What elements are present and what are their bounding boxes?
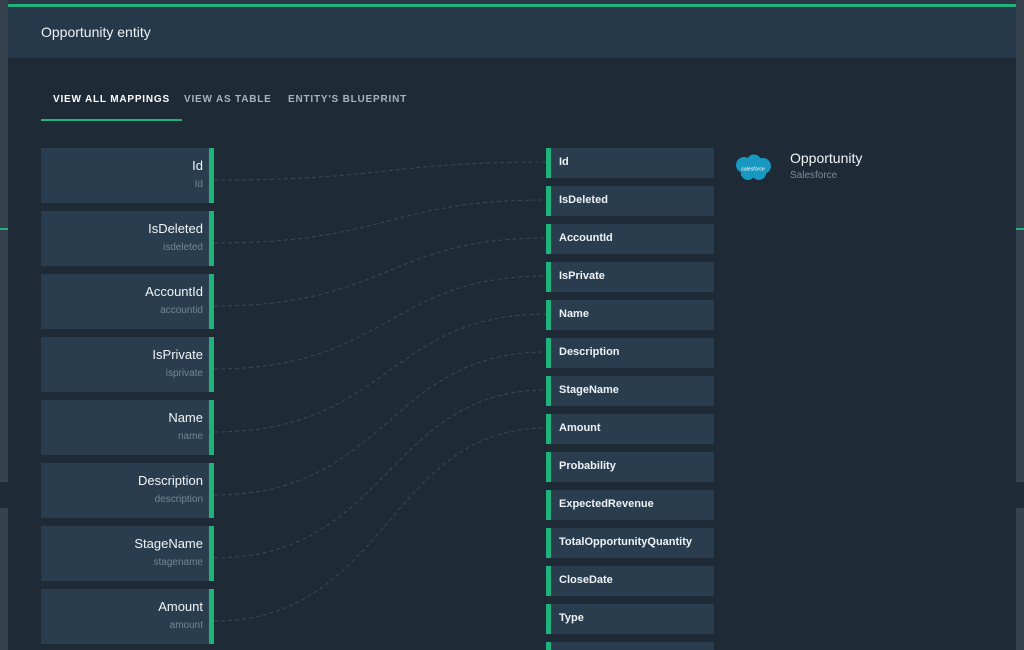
target-field-label: Probability (559, 460, 616, 472)
source-field-key: description (154, 494, 203, 505)
source-field-connector-bar (209, 274, 214, 329)
source-field-card[interactable]: Id Id (41, 148, 214, 203)
salesforce-cloud-icon: salesforce (736, 154, 771, 180)
target-field-label: Amount (559, 422, 601, 434)
connector-line (213, 237, 547, 307)
entity-name: Opportunity (790, 150, 863, 166)
target-field-connector-bar (546, 452, 551, 482)
target-field-label: TotalOpportunityQuantity (559, 536, 693, 548)
source-field-connector-bar (209, 400, 214, 455)
target-field[interactable]: IsDeleted (546, 186, 714, 216)
target-field-connector-bar (546, 566, 551, 596)
target-field-connector-bar (546, 224, 551, 254)
connector-line (213, 351, 547, 496)
source-field-connector-bar (209, 463, 214, 518)
backdrop-band (0, 482, 8, 508)
connector-line (213, 389, 547, 559)
source-field-key: isdeleted (162, 242, 203, 253)
salesforce-logo-text: salesforce (741, 167, 765, 173)
source-field-key: stagename (153, 557, 203, 568)
target-field-connector-bar (546, 642, 551, 650)
source-field-label: IsPrivate (152, 347, 203, 362)
target-field-connector-bar (546, 604, 551, 634)
source-field-key: isprivate (165, 368, 203, 379)
target-field-connector-bar (546, 490, 551, 520)
source-field-card[interactable]: StageName stagename (41, 526, 214, 581)
target-field[interactable]: Amount (546, 414, 714, 444)
target-field[interactable]: AccountId (546, 224, 714, 254)
target-field-connector-bar (546, 148, 551, 178)
source-field-connector-bar (209, 211, 214, 266)
source-field-connector-bar (209, 148, 214, 203)
target-field[interactable] (546, 642, 714, 650)
source-field-label: Amount (158, 599, 203, 614)
target-field-connector-bar (546, 338, 551, 368)
connector-line (213, 161, 547, 181)
target-field[interactable]: TotalOpportunityQuantity (546, 528, 714, 558)
target-field-label: ExpectedRevenue (559, 498, 654, 510)
source-field-label: IsDeleted (148, 221, 203, 236)
source-field-card[interactable]: Amount amount (41, 589, 214, 644)
target-field[interactable]: Id (546, 148, 714, 178)
target-field-connector-bar (546, 414, 551, 444)
connector-line (213, 275, 547, 370)
source-field-card[interactable]: IsDeleted isdeleted (41, 211, 214, 266)
source-field-label: Name (168, 410, 203, 425)
entity-source: Salesforce (790, 170, 838, 181)
target-field-label: Id (559, 156, 569, 168)
target-field-connector-bar (546, 376, 551, 406)
target-field-label: IsDeleted (559, 194, 608, 206)
source-field-label: AccountId (145, 284, 203, 299)
source-field-card[interactable]: AccountId accountid (41, 274, 214, 329)
backdrop-right (1016, 0, 1024, 650)
source-field-card[interactable]: Description description (41, 463, 214, 518)
target-field[interactable]: Description (546, 338, 714, 368)
target-field-connector-bar (546, 528, 551, 558)
backdrop-accent (0, 228, 8, 230)
source-field-card[interactable]: Name name (41, 400, 214, 455)
target-field[interactable]: ExpectedRevenue (546, 490, 714, 520)
backdrop-left (0, 0, 8, 650)
source-field-card[interactable]: IsPrivate isprivate (41, 337, 214, 392)
target-field[interactable]: IsPrivate (546, 262, 714, 292)
target-field-label: AccountId (559, 232, 613, 244)
source-field-key: Id (194, 179, 203, 190)
source-field-connector-bar (209, 337, 214, 392)
target-field-connector-bar (546, 300, 551, 330)
backdrop-accent (1016, 228, 1024, 230)
target-field[interactable]: Name (546, 300, 714, 330)
target-field-connector-bar (546, 186, 551, 216)
target-field-label: StageName (559, 384, 619, 396)
target-field[interactable]: Probability (546, 452, 714, 482)
target-field-label: Description (559, 346, 620, 358)
target-field-label: Name (559, 308, 589, 320)
source-field-label: StageName (134, 536, 203, 551)
backdrop-band (1016, 482, 1024, 508)
target-field[interactable]: StageName (546, 376, 714, 406)
entity-modal: Opportunity entity VIEW ALL MAPPINGS VIE… (8, 4, 1016, 650)
source-field-key: amount (169, 620, 203, 631)
connector-line (213, 313, 547, 433)
source-field-label: Id (192, 158, 203, 173)
source-field-label: Description (137, 473, 203, 488)
target-field-label: CloseDate (559, 574, 613, 586)
source-field-connector-bar (209, 589, 214, 644)
connector-line (213, 427, 547, 622)
target-field-label: Type (559, 612, 584, 624)
source-field-key: accountid (160, 305, 203, 316)
source-field-key: name (177, 431, 203, 442)
target-field-connector-bar (546, 262, 551, 292)
target-field[interactable]: CloseDate (546, 566, 714, 596)
target-field[interactable]: Type (546, 604, 714, 634)
connector-line (213, 199, 547, 244)
source-field-connector-bar (209, 526, 214, 581)
target-field-label: IsPrivate (559, 270, 605, 282)
